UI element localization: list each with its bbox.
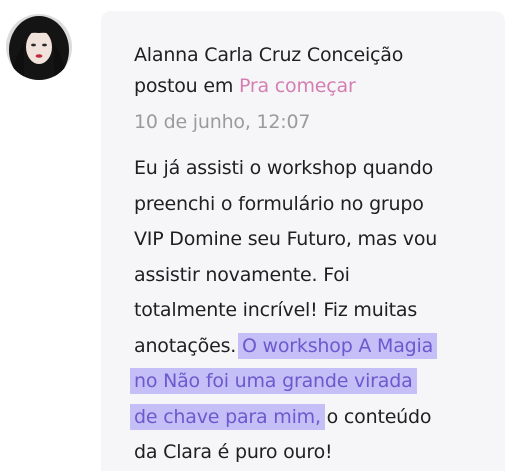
posted-in-line: postou em Pra começar [134,71,356,102]
body-line: VIP Domine seu Futuro, mas vou [134,228,438,250]
text-highlight[interactable]: O workshop A Magia [237,332,438,359]
body-line: anotações. O workshop A Magia [134,329,504,365]
body-line: Eu já assisti o workshop quando [134,157,434,179]
body-line: da Clara é puro ouro! [134,441,333,463]
body-text-segment: o conteúdo [320,405,432,428]
body-line: assistir novamente. Foi [134,263,350,286]
body-line: de chave para mim, o conteúdo [130,400,504,436]
author-name[interactable]: Alanna Carla Cruz Conceição [134,40,494,71]
posted-in-label: postou em [134,75,239,97]
body-line: preenchi o formulário no grupo [134,192,424,215]
body-line: no Não foi uma grande virada [130,364,504,400]
channel-link[interactable]: Pra começar [239,75,356,97]
author-avatar[interactable] [6,14,72,80]
post-timestamp[interactable]: 10 de junho, 12:07 [134,107,310,138]
body-text-segment: anotações. [134,334,242,357]
body-line: totalmente incrível! Fiz muitas [134,299,418,321]
text-highlight[interactable]: no Não foi uma grande virada [130,368,417,394]
avatar-image [6,14,72,80]
post-body: Eu já assisti o workshop quando preenchi… [130,151,504,471]
text-highlight[interactable]: de chave para mim, [130,403,325,430]
